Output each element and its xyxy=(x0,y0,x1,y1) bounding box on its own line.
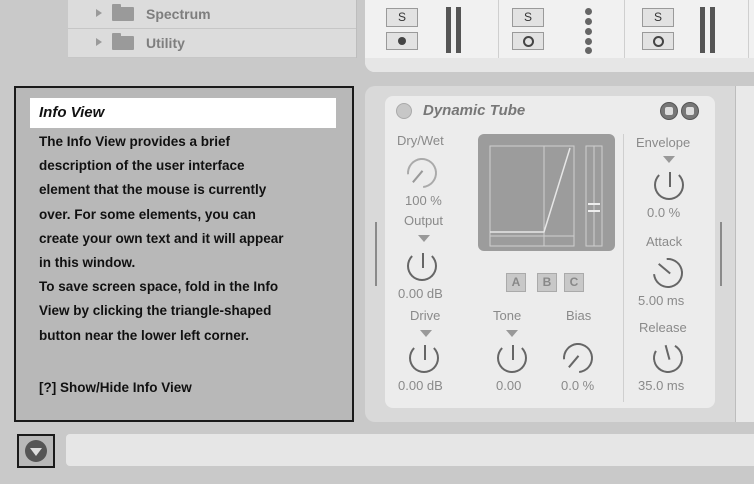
track-divider xyxy=(748,0,749,58)
transfer-curve-display xyxy=(478,134,615,251)
envelope-knob[interactable] xyxy=(654,170,684,200)
tone-default-marker xyxy=(506,330,518,337)
envelope-label: Envelope xyxy=(636,135,691,150)
track-meter xyxy=(710,7,715,53)
release-value[interactable]: 35.0 ms xyxy=(638,378,684,393)
envelope-default-marker xyxy=(663,156,675,163)
expand-triangle-icon[interactable] xyxy=(96,38,102,46)
tone-label: Tone xyxy=(493,308,522,323)
track-meter xyxy=(700,7,705,53)
transfer-curve-graph xyxy=(489,145,603,247)
save-preset-icon[interactable] xyxy=(681,102,699,120)
expand-triangle-icon[interactable] xyxy=(96,9,102,17)
browser-item-label: Utility xyxy=(146,35,185,51)
device-grip-right[interactable] xyxy=(720,222,722,286)
folder-icon xyxy=(112,4,134,21)
solo-button[interactable]: S xyxy=(642,8,674,27)
output-label: Output xyxy=(404,213,444,228)
browser-item-label: Spectrum xyxy=(146,6,211,22)
output-value[interactable]: 0.00 dB xyxy=(398,286,443,301)
mixer-strip-bottom xyxy=(365,58,754,72)
release-label: Release xyxy=(639,320,687,335)
attack-label: Attack xyxy=(646,234,683,249)
tone-value[interactable]: 0.00 xyxy=(496,378,521,393)
info-view-title: Info View xyxy=(30,98,336,128)
mode-a-button[interactable]: A xyxy=(506,273,526,292)
drywet-label: Dry/Wet xyxy=(397,133,444,148)
info-view-toggle-button[interactable] xyxy=(17,434,55,468)
envelope-value[interactable]: 0.0 % xyxy=(647,205,680,220)
browser-item-spectrum[interactable]: Spectrum xyxy=(68,0,356,29)
browser-item-utility[interactable]: Utility xyxy=(68,29,356,58)
track-meter xyxy=(446,7,451,53)
bias-label: Bias xyxy=(566,308,592,323)
tone-knob[interactable] xyxy=(497,343,527,373)
drive-knob[interactable] xyxy=(409,343,439,373)
monitor-button[interactable] xyxy=(512,32,544,50)
arm-button[interactable] xyxy=(386,32,418,50)
next-device-edge xyxy=(735,86,754,422)
section-divider xyxy=(623,134,624,402)
bias-value[interactable]: 0.0 % xyxy=(561,378,594,393)
drive-default-marker xyxy=(420,330,432,337)
device-power-button[interactable] xyxy=(396,103,412,119)
output-knob[interactable] xyxy=(407,251,437,281)
attack-value[interactable]: 5.00 ms xyxy=(638,293,684,308)
output-default-marker xyxy=(418,235,430,242)
mode-b-button[interactable]: B xyxy=(537,273,557,292)
info-view-text: The Info View provides a brief descripti… xyxy=(39,134,284,343)
solo-button[interactable]: S xyxy=(512,8,544,27)
info-view-shortcut-hint: [?] Show/Hide Info View xyxy=(39,380,192,395)
monitor-icon xyxy=(653,36,664,47)
drive-value[interactable]: 0.00 dB xyxy=(398,378,443,393)
track-meter xyxy=(456,7,461,53)
drywet-value[interactable]: 100 % xyxy=(405,193,442,208)
mode-c-button[interactable]: C xyxy=(564,273,584,292)
folder-icon xyxy=(112,33,134,50)
device-grip-left[interactable] xyxy=(375,222,377,286)
record-dot-icon xyxy=(398,37,406,45)
status-bar-field xyxy=(66,434,754,466)
browser-panel: Spectrum Utility xyxy=(68,0,357,58)
triangle-down-icon xyxy=(25,440,47,462)
solo-button[interactable]: S xyxy=(386,8,418,27)
track-divider xyxy=(498,0,499,58)
monitor-icon xyxy=(523,36,534,47)
device-title[interactable]: Dynamic Tube xyxy=(423,102,525,119)
monitor-button[interactable] xyxy=(642,32,674,50)
hot-swap-icon[interactable] xyxy=(660,102,678,120)
track-divider xyxy=(624,0,625,58)
drive-label: Drive xyxy=(410,308,441,323)
